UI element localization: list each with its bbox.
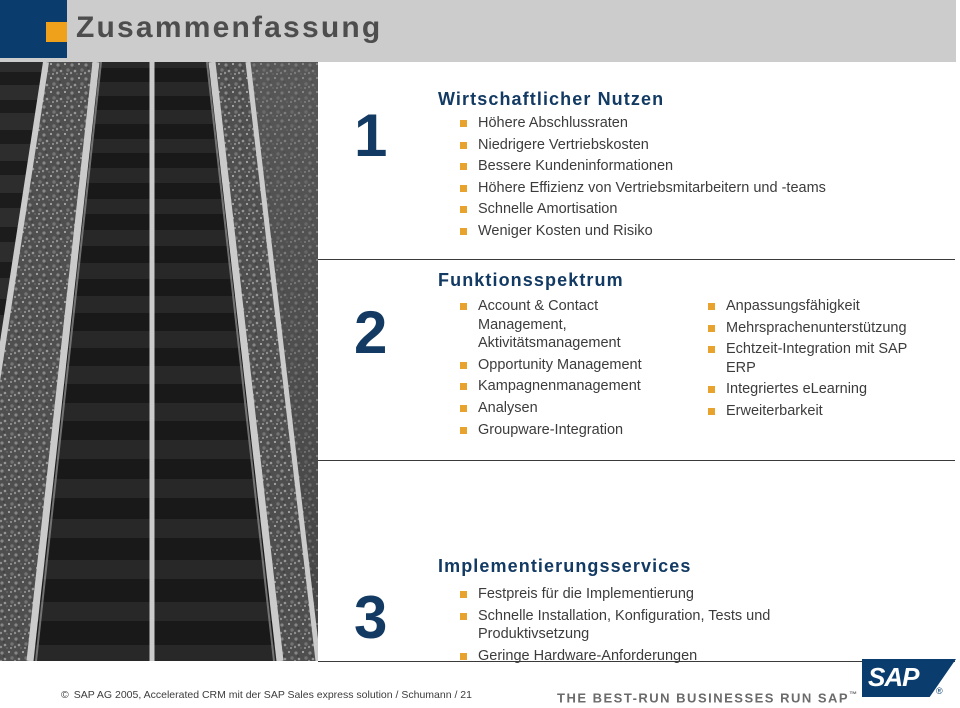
header-orange-accent-box <box>46 22 67 42</box>
list-item: Bessere Kundeninformationen <box>458 157 958 176</box>
list-item-label: Groupware-Integration <box>478 421 624 438</box>
list-item-label: Niedrigere Vertriebskosten <box>478 136 649 153</box>
list-item-label: Integriertes eLearning <box>726 381 868 398</box>
section-1-bullet-list: Höhere Abschlussraten Niedrigere Vertrie… <box>458 114 958 244</box>
list-item: Anpassungsfähigkeit <box>706 297 936 316</box>
list-item-label: Festpreis für die Implementierung <box>478 586 694 602</box>
list-item-label: Schnelle Installation, Konfiguration, Te… <box>478 607 771 643</box>
bullet-square-icon <box>708 346 715 354</box>
bullet-square-icon <box>708 386 715 394</box>
list-item: Kampagnenmanagement <box>458 377 668 396</box>
bullet-square-icon <box>460 591 467 598</box>
bullet-square-icon <box>460 426 467 434</box>
footer-tagline-text: THE BEST-RUN BUSINESSES RUN SAP <box>557 690 850 706</box>
bullet-square-icon <box>460 141 467 149</box>
list-item-label: Höhere Effizienz von Vertriebsmitarbeite… <box>478 179 826 196</box>
footer-divider <box>318 661 955 662</box>
list-item-label: Erweiterbarkeit <box>726 402 823 419</box>
list-item: Echtzeit-Integration mit SAP ERP <box>706 340 936 377</box>
bullet-square-icon <box>460 383 467 391</box>
list-item: Opportunity Management <box>458 356 668 375</box>
list-item: Festpreis für die Implementierung <box>458 585 858 604</box>
list-item-label: Bessere Kundeninformationen <box>478 158 674 175</box>
list-item: Höhere Effizienz von Vertriebsmitarbeite… <box>458 179 958 198</box>
section-1-number: 1 <box>354 102 387 169</box>
list-item-label: Kampagnenmanagement <box>478 378 641 395</box>
bullet-square-icon <box>708 407 715 415</box>
list-item: Geringe Hardware-Anforderungen <box>458 647 858 666</box>
list-item: Weniger Kosten und Risiko <box>458 222 958 241</box>
section-2-number: 2 <box>354 299 387 366</box>
section-3-number: 3 <box>354 584 387 651</box>
list-item: Niedrigere Vertriebskosten <box>458 136 958 155</box>
list-item-label: Schnelle Amortisation <box>478 201 618 218</box>
trademark-icon: ™ <box>849 690 859 699</box>
list-item-label: Opportunity Management <box>478 356 642 373</box>
section-1-heading: Wirtschaftlicher Nutzen <box>438 89 665 109</box>
footer-copyright-text: SAP AG 2005, Accelerated CRM mit der SAP… <box>73 689 472 701</box>
bullet-square-icon <box>460 612 467 620</box>
content-area: 1 Wirtschaftlicher Nutzen Höhere Abschlu… <box>318 62 960 664</box>
list-item: Erweiterbarkeit <box>706 402 936 421</box>
section-2: 2 Funktionsspektrum Account & Contact Ma… <box>318 259 960 460</box>
list-item-label: Höhere Abschlussraten <box>478 115 628 131</box>
page-title: Zusammenfassung <box>76 11 383 44</box>
list-item: Schnelle Installation, Konfiguration, Te… <box>458 607 858 644</box>
bullet-square-icon <box>460 404 467 412</box>
section-3-bullet-list: Festpreis für die Implementierung Schnel… <box>458 585 858 668</box>
registered-trademark-icon: ® <box>936 686 943 696</box>
bullet-square-icon <box>460 163 467 171</box>
section-2-heading: Funktionsspektrum <box>438 270 624 290</box>
list-item: Analysen <box>458 399 668 418</box>
list-item: Schnelle Amortisation <box>458 200 958 219</box>
list-item-label: Weniger Kosten und Risiko <box>478 222 653 239</box>
bullet-square-icon <box>708 303 715 310</box>
sap-logo: SAP ® <box>862 659 956 701</box>
list-item-label: Echtzeit-Integration mit SAP ERP <box>726 341 908 376</box>
list-item: Account & Contact Management, Aktivitäts… <box>458 297 668 353</box>
list-item-label: Account & Contact Management, Aktivitäts… <box>478 298 621 352</box>
section-1: 1 Wirtschaftlicher Nutzen Höhere Abschlu… <box>318 62 960 259</box>
list-item-label: Mehrsprachenunterstützung <box>726 319 907 336</box>
list-item-label: Analysen <box>478 399 538 416</box>
bullet-square-icon <box>460 206 467 214</box>
footer-tagline: THE BEST-RUN BUSINESSES RUN SAP™ <box>557 690 859 705</box>
bullet-square-icon <box>460 361 467 369</box>
section-3-heading: Implementierungsservices <box>438 556 692 576</box>
bullet-square-icon <box>460 227 467 235</box>
section-3: 3 Implementierungsservices Festpreis für… <box>318 460 960 664</box>
bullet-square-icon <box>460 303 467 310</box>
bullet-square-icon <box>460 120 467 127</box>
section-2-bullet-list-left: Account & Contact Management, Aktivitäts… <box>458 297 668 442</box>
bullet-square-icon <box>460 184 467 192</box>
bullet-square-icon <box>460 652 467 660</box>
sap-logo-text: SAP <box>868 662 919 692</box>
slide: Zusammenfassung 1 Wirtschaftlicher Nutze… <box>0 0 960 708</box>
list-item: Integriertes eLearning <box>706 380 936 399</box>
footer-copyright: © SAP AG 2005, Accelerated CRM mit der SA… <box>61 689 472 701</box>
railroad-tracks-photo <box>0 62 318 661</box>
bullet-square-icon <box>708 324 715 332</box>
list-item: Mehrsprachenunterstützung <box>706 319 936 338</box>
list-item: Groupware-Integration <box>458 421 668 440</box>
copyright-icon: © <box>61 689 69 701</box>
list-item-label: Anpassungsfähigkeit <box>726 298 860 314</box>
list-item: Höhere Abschlussraten <box>458 114 958 133</box>
section-2-bullet-list-right: Anpassungsfähigkeit Mehrsprachenunterstü… <box>706 297 936 424</box>
